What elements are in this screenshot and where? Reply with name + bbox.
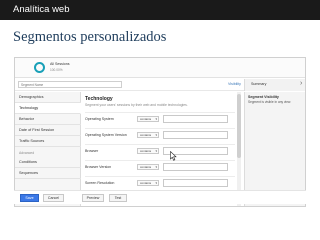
sidebar-item-technology[interactable]: Technology	[15, 103, 81, 114]
operator-value: contains	[140, 149, 152, 153]
sidebar-item-sequences[interactable]: Sequences	[15, 168, 81, 179]
summary-text: Segment is visible in any view.	[248, 100, 292, 104]
filter-row-operating-system: Operating System contains ▾	[85, 112, 235, 124]
segment-header: All Sessions 100.00%	[15, 58, 305, 78]
filter-label: Operating System	[85, 117, 114, 121]
operator-dropdown[interactable]: contains ▾	[137, 180, 159, 186]
filter-label: Browser Version	[85, 165, 112, 169]
operator-dropdown[interactable]: contains ▾	[137, 164, 159, 170]
save-button[interactable]: Save	[20, 194, 39, 202]
filter-row-browser: Browser contains ▾	[85, 144, 235, 156]
visibility-link[interactable]: Visibility	[228, 82, 241, 86]
mouse-pointer-icon	[170, 151, 177, 161]
filter-row-operating-system-version: Operating System Version contains ▾	[85, 128, 235, 140]
sidebar-item-traffic-sources[interactable]: Traffic Sources	[15, 136, 81, 147]
filter-row-browser-version: Browser Version contains ▾	[85, 160, 235, 172]
sidebar-item-date-of-first-session[interactable]: Date of First Session	[15, 125, 81, 136]
scrollbar-thumb[interactable]	[237, 94, 241, 158]
operator-dropdown[interactable]: contains ▾	[137, 116, 159, 122]
caret-down-icon: ▾	[155, 181, 157, 185]
page-title: Segmentos personalizados	[13, 29, 167, 45]
summary-tab-label: Summary	[251, 82, 267, 86]
operator-value: contains	[140, 117, 152, 121]
cancel-button[interactable]: Cancel	[43, 194, 64, 202]
filter-value-input[interactable]	[163, 115, 228, 123]
sidebar-item-demographics[interactable]: Demographics	[15, 92, 81, 103]
filter-label: Operating System Version	[85, 133, 127, 137]
segment-name-row: Visibility Summary ›	[15, 79, 305, 91]
filter-row-screen-resolution: Screen Resolution contains ▾	[85, 176, 235, 188]
summary-tab[interactable]: Summary ›	[244, 79, 305, 91]
caret-down-icon: ▾	[155, 149, 157, 153]
operator-value: contains	[140, 181, 152, 185]
caret-down-icon: ▾	[155, 117, 157, 121]
footer-actions: Save Cancel Preview Test	[14, 190, 306, 204]
filter-label: Screen Resolution	[85, 181, 115, 185]
test-button[interactable]: Test	[109, 194, 127, 202]
operator-value: contains	[140, 165, 152, 169]
sidebar-item-conditions[interactable]: Conditions	[15, 157, 81, 168]
preview-button[interactable]: Preview	[82, 194, 104, 202]
app-title: Analítica web	[13, 4, 70, 15]
caret-down-icon: ▾	[155, 133, 157, 137]
sidebar-item-behavior[interactable]: Behavior	[15, 114, 81, 125]
panel-title: Technology	[85, 96, 113, 102]
segment-percentage: 100.00%	[50, 68, 63, 72]
sidebar-group-advanced: Advanced	[19, 151, 35, 155]
caret-down-icon: ▾	[155, 165, 157, 169]
segment-name-input[interactable]	[18, 81, 122, 88]
segment-circle-icon	[34, 62, 45, 73]
operator-dropdown[interactable]: contains ▾	[137, 148, 159, 154]
operator-value: contains	[140, 133, 152, 137]
filter-value-input[interactable]	[163, 163, 228, 171]
chevron-right-icon[interactable]: ›	[300, 80, 302, 88]
app-topbar: Analítica web	[0, 0, 320, 20]
summary-title: Segment Visibility	[248, 95, 279, 99]
filter-label: Browser	[85, 149, 99, 153]
segment-editor: All Sessions 100.00% Visibility Summary …	[14, 57, 306, 207]
filter-value-input[interactable]	[163, 179, 228, 187]
filter-value-input[interactable]	[163, 131, 228, 139]
panel-description: Segment your users' sessions by their we…	[85, 103, 188, 107]
segment-name: All Sessions	[50, 62, 70, 66]
operator-dropdown[interactable]: contains ▾	[137, 132, 159, 138]
